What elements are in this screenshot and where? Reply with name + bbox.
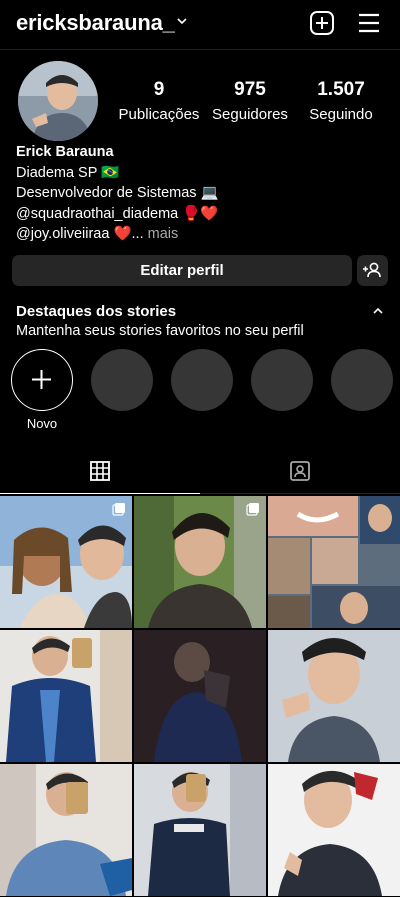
profile-tabs <box>0 450 400 494</box>
following-label: Seguindo <box>309 106 373 123</box>
post-thumbnail[interactable] <box>0 496 132 628</box>
posts-grid <box>0 496 400 897</box>
carousel-icon <box>246 503 259 516</box>
bio-more-link[interactable]: mais <box>144 226 179 242</box>
bio-line-mention-partner: @joy.oliveiiraa ❤️... mais <box>16 224 386 245</box>
chevron-up-icon[interactable] <box>372 306 384 316</box>
tab-posts-grid[interactable] <box>0 450 200 494</box>
new-highlight-button[interactable] <box>11 349 73 411</box>
stat-following[interactable]: 1.507 Seguindo <box>291 79 391 123</box>
profile-username[interactable]: ericksbarauna_ <box>16 10 175 36</box>
posts-label: Publicações <box>118 106 200 123</box>
bio-line-mention-squad[interactable]: @squadraothai_diadema 🥊❤️ <box>16 204 386 225</box>
discover-people-button[interactable] <box>357 255 388 286</box>
post-thumbnail[interactable] <box>0 764 132 896</box>
bio-line-location: Diadema SP 🇧🇷 <box>16 164 120 181</box>
bio-mention-text[interactable]: @joy.oliveiiraa ❤️... <box>16 226 144 242</box>
highlight-placeholder <box>171 349 233 411</box>
highlight-placeholder <box>331 349 393 411</box>
posts-count: 9 <box>153 79 165 100</box>
profile-bio: Erick Barauna Diadema SP 🇧🇷 Desenvolvedo… <box>16 142 386 245</box>
post-thumbnail[interactable] <box>0 630 132 762</box>
followers-label: Seguidores <box>212 106 288 123</box>
following-count: 1.507 <box>317 79 365 100</box>
add-person-icon <box>363 262 381 278</box>
new-highlight-label: Novo <box>26 416 58 431</box>
highlights-subtitle: Mantenha seus stories favoritos no seu p… <box>16 323 304 339</box>
tab-tagged[interactable] <box>200 450 400 494</box>
grid-icon <box>90 461 110 481</box>
followers-count: 975 <box>234 79 266 100</box>
new-post-icon[interactable] <box>309 10 335 36</box>
post-thumbnail[interactable] <box>268 764 400 896</box>
plus-icon <box>32 370 51 389</box>
tagged-icon <box>290 461 310 481</box>
stat-posts[interactable]: 9 Publicações <box>109 79 209 123</box>
top-bar: ericksbarauna_ <box>0 0 400 48</box>
highlight-placeholder <box>251 349 313 411</box>
profile-avatar[interactable] <box>18 61 98 141</box>
highlight-placeholder <box>91 349 153 411</box>
highlights-title: Destaques dos stories <box>16 303 177 320</box>
post-thumbnail[interactable] <box>134 496 266 628</box>
post-thumbnail[interactable] <box>268 496 400 628</box>
stat-followers[interactable]: 975 Seguidores <box>200 79 300 123</box>
post-thumbnail[interactable] <box>268 630 400 762</box>
bio-line-occupation: Desenvolvedor de Sistemas 💻 <box>16 185 219 201</box>
profile-name: Erick Barauna <box>16 144 114 160</box>
post-thumbnail[interactable] <box>134 630 266 762</box>
post-thumbnail[interactable] <box>134 764 266 896</box>
carousel-icon <box>112 503 125 516</box>
header-divider <box>0 49 400 50</box>
chevron-down-icon[interactable] <box>176 16 188 26</box>
edit-profile-button[interactable]: Editar perfil <box>12 255 352 286</box>
menu-icon[interactable] <box>356 10 382 36</box>
